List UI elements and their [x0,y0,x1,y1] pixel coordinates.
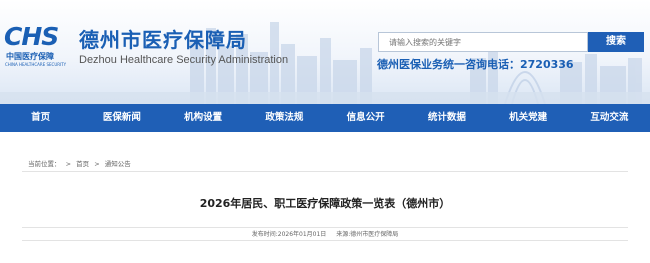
nav-item-party-building[interactable]: 机关党建 [488,104,569,132]
header-banner: CHS 中国医疗保障 CHINA HEALTHCARE SECURITY 德州市… [0,0,650,104]
breadcrumb: 当前位置： > 首页 > 通知公告 [22,156,628,172]
nav-item-policies[interactable]: 政策法规 [244,104,325,132]
nav-item-statistics[interactable]: 统计数据 [406,104,487,132]
breadcrumb-notices-link[interactable]: 通知公告 [105,156,131,172]
article-source: 来源:德州市医疗保障局 [336,231,399,238]
nav-item-news[interactable]: 医保新闻 [81,104,162,132]
publish-time: 发布时间:2026年01月01日 [251,231,327,238]
breadcrumb-separator: > [65,160,72,168]
breadcrumb-separator: > [94,160,100,168]
article-meta: 发布时间:2026年01月01日 来源:德州市医疗保障局 [22,227,628,241]
nav-item-interaction[interactable]: 互动交流 [569,104,650,132]
site-title: 德州市医疗保障局 [79,28,247,52]
nav-item-home[interactable]: 首页 [0,104,81,132]
article-title: 2026年居民、职工医疗保障政策一览表（德州市） [199,197,451,210]
chs-logo-mark: CHS [4,22,59,51]
nav-item-disclosure[interactable]: 信息公开 [325,104,406,132]
main-nav: 首页 医保新闻 机构设置 政策法规 信息公开 统计数据 机关党建 互动交流 [0,104,650,132]
site-subtitle: Dezhou Healthcare Security Administratio… [79,54,289,66]
nav-item-organization[interactable]: 机构设置 [163,104,244,132]
hotline-info: 德州医保业务统一咨询电话：2720336 [377,56,574,72]
logo-english-caption: CHINA HEALTHCARE SECURITY [5,62,67,67]
breadcrumb-home-link[interactable]: 首页 [76,156,89,172]
hotline-label: 德州医保业务统一咨询电话： [377,58,520,71]
breadcrumb-prefix: 当前位置： [28,160,61,168]
hotline-number: 2720336 [520,58,574,71]
search-input[interactable] [378,32,588,52]
logo-chinese-caption: 中国医疗保障 [6,52,54,61]
search-button[interactable]: 搜索 [588,32,644,52]
main-content: 当前位置： > 首页 > 通知公告 2026年居民、职工医疗保障政策一览表（德州… [0,132,650,263]
